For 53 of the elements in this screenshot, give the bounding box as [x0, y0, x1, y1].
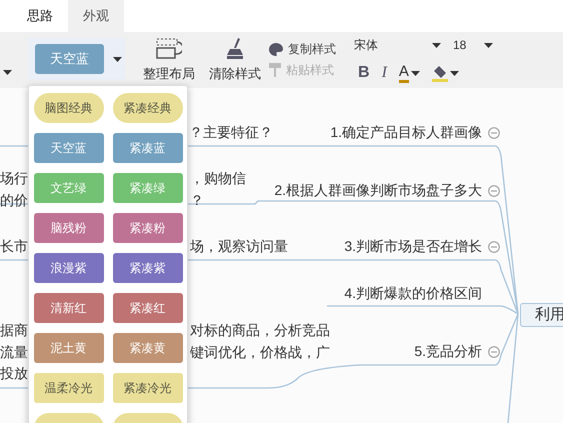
collapse-icon[interactable]: [488, 126, 500, 138]
node-text: 据商: [0, 321, 28, 340]
palette-icon: [269, 42, 283, 56]
tab[interactable]: 外观: [68, 0, 124, 32]
topic-node[interactable]: 4.判断爆款的价格区间: [344, 283, 482, 304]
theme-option[interactable]: 紧凑粉: [112, 213, 182, 243]
italic-button[interactable]: I: [382, 61, 387, 85]
caret-icon: [450, 70, 459, 76]
topic-node[interactable]: 5.竞品分析: [414, 341, 482, 362]
root-node[interactable]: 利用: [520, 303, 563, 327]
theme-option[interactable]: 紧凑冷光: [112, 373, 182, 403]
topic-node[interactable]: 1.确定产品目标人群画像: [330, 122, 482, 143]
topic-node[interactable]: 3.判断市场是否在增长: [344, 236, 482, 257]
theme-option[interactable]: 浪漫紫: [34, 253, 104, 283]
theme-option[interactable]: 温柔冷光: [34, 373, 104, 403]
theme-option[interactable]: 清新红: [34, 293, 104, 323]
collapse-icon[interactable]: [488, 184, 500, 196]
collapse-icon[interactable]: [488, 240, 500, 252]
node-text: 长市: [0, 237, 28, 256]
fill-color-button[interactable]: [432, 64, 459, 82]
node-text: ？主要特征？: [189, 123, 273, 142]
collapse-icon[interactable]: [488, 346, 500, 358]
caret-icon: [410, 70, 420, 76]
node-text: 键词优化，价格战，广: [190, 343, 330, 362]
font-family-select[interactable]: 宋体: [350, 34, 445, 56]
node-text: 的价: [0, 191, 28, 210]
theme-option[interactable]: 脑残粉: [34, 213, 104, 243]
topic-node[interactable]: 2.根据人群画像判断市场盘子多大: [274, 180, 482, 201]
theme-option[interactable]: 脑图经典: [34, 93, 104, 123]
node-text: ，购物信: [190, 169, 246, 188]
bold-button[interactable]: B: [358, 61, 370, 85]
theme-option[interactable]: 紧凑红: [112, 293, 182, 323]
caret-icon: [3, 70, 12, 75]
node-text: 投放: [0, 364, 28, 383]
copy-style-button[interactable]: 复制样式: [269, 40, 336, 58]
caret-icon: [484, 42, 493, 48]
node-text: ？: [190, 191, 204, 210]
layout-button[interactable]: 整理布局: [143, 38, 195, 84]
font-size-select[interactable]: 18: [447, 34, 499, 56]
caret-icon: [113, 56, 122, 62]
node-text: 场行: [0, 169, 28, 188]
theme-option[interactable]: 紧凑经典: [112, 93, 182, 123]
paint-bucket-icon: [432, 64, 448, 82]
node-text: 对标的商品，分析竞品: [190, 321, 330, 340]
brush-icon: [226, 38, 244, 60]
font-color-button[interactable]: A: [398, 64, 420, 82]
caret-icon: [432, 42, 441, 48]
theme-option[interactable]: 紧凑紫: [112, 253, 182, 283]
node-text: 流量: [0, 343, 28, 362]
layout-icon: [156, 38, 182, 60]
node-text: 场，观察访问量: [190, 237, 288, 256]
paint-roller-icon: [269, 63, 281, 77]
clear-style-button[interactable]: 清除样式: [209, 38, 261, 84]
